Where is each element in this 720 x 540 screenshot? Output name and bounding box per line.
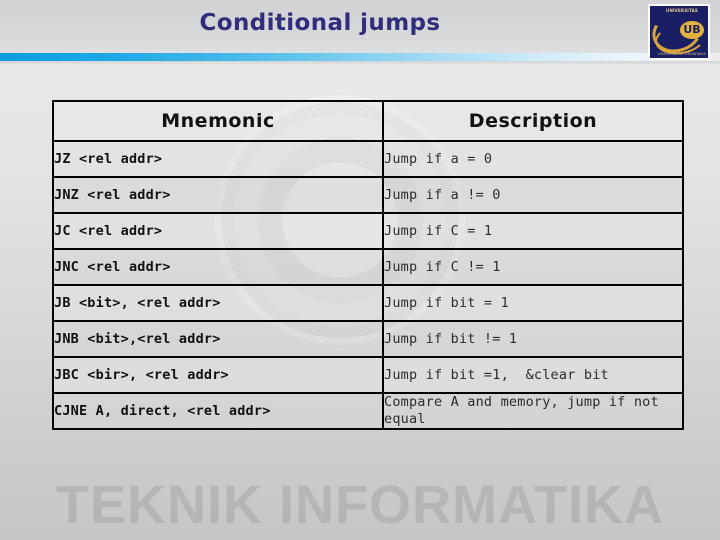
cell-description: Jump if a != 0	[382, 176, 684, 214]
cell-description: Jump if C = 1	[382, 212, 684, 250]
conditional-jumps-table: Mnemonic Description JZ <rel addr> Jump i…	[52, 100, 684, 430]
cell-description: Jump if C != 1	[382, 248, 684, 286]
column-header-description: Description	[382, 100, 684, 142]
logo-ub-mark: UB	[680, 21, 704, 39]
table-row: JZ <rel addr> Jump if a = 0	[52, 140, 684, 178]
cell-mnemonic: JB <bit>, <rel addr>	[52, 284, 384, 322]
cell-description: Jump if bit =1, &clear bit	[382, 356, 684, 394]
table-row: JB <bit>, <rel addr> Jump if bit = 1	[52, 284, 684, 322]
table-row: JNZ <rel addr> Jump if a != 0	[52, 176, 684, 214]
logo-bottom-text: UNIVERSITAS BRAWIJAYA	[658, 52, 707, 56]
cell-mnemonic: JNZ <rel addr>	[52, 176, 384, 214]
cell-mnemonic: JNC <rel addr>	[52, 248, 384, 286]
table-row: JNC <rel addr> Jump if C != 1	[52, 248, 684, 286]
column-header-mnemonic: Mnemonic	[52, 100, 384, 142]
cell-description: Jump if bit != 1	[382, 320, 684, 358]
cell-mnemonic: JBC <bir>, <rel addr>	[52, 356, 384, 394]
cell-mnemonic: JNB <bit>,<rel addr>	[52, 320, 384, 358]
logo-inner: UNIVERSITAS UB UNIVERSITAS BRAWIJAYA	[650, 6, 708, 58]
table-row: CJNE A, direct, <rel addr> Compare A and …	[52, 392, 684, 430]
table-header-row: Mnemonic Description	[52, 100, 684, 142]
university-logo: UNIVERSITAS UB UNIVERSITAS BRAWIJAYA	[648, 4, 710, 60]
table-body: JZ <rel addr> Jump if a = 0 JNZ <rel addr>…	[52, 140, 684, 430]
cell-mnemonic: JC <rel addr>	[52, 212, 384, 250]
bottom-watermark: TEKNIK INFORMATIKA	[56, 475, 664, 535]
cell-mnemonic: CJNE A, direct, <rel addr>	[52, 392, 384, 430]
table-head: Mnemonic Description	[52, 100, 684, 142]
cell-description: Jump if a = 0	[382, 140, 684, 178]
header-accent-shadow	[0, 61, 720, 66]
cell-description: Compare A and memory, jump if not equal	[382, 392, 684, 430]
header-accent-bar	[0, 53, 720, 61]
cell-mnemonic: JZ <rel addr>	[52, 140, 384, 178]
cell-description: Jump if bit = 1	[382, 284, 684, 322]
table-row: JC <rel addr> Jump if C = 1	[52, 212, 684, 250]
page-title: Conditional jumps	[199, 10, 441, 36]
table-row: JNB <bit>,<rel addr> Jump if bit != 1	[52, 320, 684, 358]
table-row: JBC <bir>, <rel addr> Jump if bit =1, &cl…	[52, 356, 684, 394]
slide-canvas: Conditional jumps UNIVERSITAS UB UNIVERS…	[0, 0, 720, 540]
